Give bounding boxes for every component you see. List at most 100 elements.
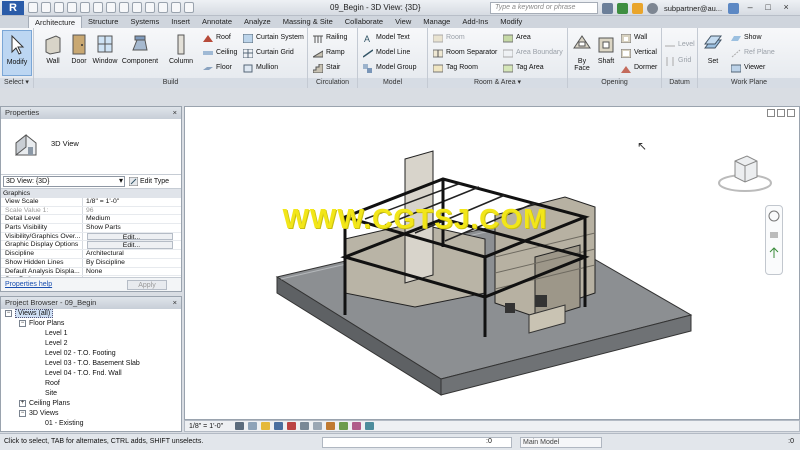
prop-value[interactable]: Medium	[83, 215, 181, 223]
thin-lines-icon[interactable]	[171, 2, 181, 13]
tag-area-button[interactable]: Tag Area	[502, 61, 544, 75]
subscription-icon[interactable]	[617, 2, 628, 14]
username[interactable]: subpartner@au...	[664, 4, 722, 13]
lock-3d-view-icon[interactable]	[326, 422, 336, 430]
properties-title-bar[interactable]: Properties ×	[1, 107, 181, 119]
ramp-button[interactable]: Ramp	[312, 46, 345, 60]
save-icon[interactable]	[41, 2, 51, 13]
area-boundary-button[interactable]: Area Boundary	[502, 46, 563, 60]
tab-architecture[interactable]: Architecture	[28, 16, 83, 28]
selection-filter-count[interactable]: :0	[788, 438, 794, 445]
prop-row-detail-level[interactable]: Detail Level Medium	[1, 215, 181, 225]
tree-node-level-04[interactable]: Level 04 - T.O. Fnd. Wall	[1, 369, 181, 379]
select-panel-label[interactable]: Select ▾	[0, 78, 33, 88]
mullion-button[interactable]: Mullion	[242, 61, 278, 75]
browser-close-button[interactable]: ×	[173, 297, 177, 309]
by-face-button[interactable]: By Face	[570, 30, 594, 76]
tab-analyze[interactable]: Analyze	[238, 16, 277, 28]
prop-row-graphic-display[interactable]: Graphic Display Options Edit...	[1, 241, 181, 251]
visibility-graphics-edit-button[interactable]: Edit...	[87, 232, 173, 241]
tree-node-site[interactable]: Site	[1, 389, 181, 399]
model-line-button[interactable]: Model Line	[362, 46, 410, 60]
wall-opening-button[interactable]: Wall	[620, 31, 647, 45]
prop-value[interactable]: 1/8" = 1'-0"	[83, 198, 181, 206]
edit-type-button[interactable]: Edit Type	[129, 177, 169, 186]
building-model-3d[interactable]	[185, 107, 799, 419]
text-icon[interactable]	[132, 2, 142, 13]
shaft-button[interactable]: Shaft	[594, 30, 618, 76]
show-crop-region-icon[interactable]	[313, 422, 323, 430]
window-button[interactable]: Window	[90, 30, 120, 76]
close-button[interactable]: ×	[779, 2, 793, 14]
design-option-select[interactable]: Main Model	[520, 437, 602, 448]
workset-control[interactable]	[322, 437, 512, 448]
measure-icon[interactable]	[93, 2, 103, 13]
section-icon[interactable]	[158, 2, 168, 13]
collapse-icon[interactable]: −	[19, 409, 26, 417]
3d-viewport[interactable]: WWW.CGTSJ.COM ↖	[184, 106, 800, 420]
app-logo-icon[interactable]: R	[2, 1, 24, 15]
tab-annotate[interactable]: Annotate	[196, 16, 238, 28]
prop-row-visibility-graphics[interactable]: Visibility/Graphics Over... Edit...	[1, 232, 181, 242]
sun-path-icon[interactable]	[261, 422, 271, 430]
tree-node-floor-plans[interactable]: − Floor Plans	[1, 319, 181, 329]
expand-icon[interactable]: +	[19, 399, 26, 407]
modify-button[interactable]: Modify	[2, 30, 32, 76]
tab-add-ins[interactable]: Add-Ins	[456, 16, 494, 28]
level-button[interactable]: Level	[664, 38, 695, 52]
tab-modify[interactable]: Modify	[494, 16, 528, 28]
railing-button[interactable]: Railing	[312, 31, 347, 45]
open-icon[interactable]	[28, 2, 38, 13]
stair-button[interactable]: Stair	[312, 61, 340, 75]
prop-row-discipline[interactable]: Discipline Architectural	[1, 250, 181, 259]
print-icon[interactable]	[80, 2, 90, 13]
column-button[interactable]: Column	[166, 30, 196, 76]
room-separator-button[interactable]: Room Separator	[432, 46, 497, 60]
viewcube-icon[interactable]	[715, 147, 775, 195]
prop-row-default-analysis[interactable]: Default Analysis Displa... None	[1, 267, 181, 277]
tag-room-button[interactable]: Tag Room	[432, 61, 478, 75]
crop-view-icon[interactable]	[300, 422, 310, 430]
close-hidden-windows-icon[interactable]	[184, 2, 194, 13]
tab-massing-site[interactable]: Massing & Site	[277, 16, 339, 28]
roof-button[interactable]: Roof	[202, 31, 231, 45]
prop-value[interactable]: Architectural	[83, 250, 181, 258]
visual-style-icon[interactable]	[248, 422, 258, 430]
tab-collaborate[interactable]: Collaborate	[339, 16, 389, 28]
tab-view[interactable]: View	[389, 16, 417, 28]
vertical-opening-button[interactable]: Vertical	[620, 46, 657, 60]
aligned-dimension-icon[interactable]	[106, 2, 116, 13]
tab-manage[interactable]: Manage	[417, 16, 456, 28]
area-button[interactable]: Area	[502, 31, 531, 45]
model-text-button[interactable]: A Model Text	[362, 31, 410, 45]
properties-help-link[interactable]: Properties help	[5, 281, 52, 288]
tree-node-level-03[interactable]: Level 03 - T.O. Basement Slab	[1, 359, 181, 369]
default-3d-view-icon[interactable]	[145, 2, 155, 13]
prop-row-parts-visibility[interactable]: Parts Visibility Show Parts	[1, 224, 181, 233]
apply-button[interactable]: Apply	[127, 280, 167, 290]
component-button[interactable]: Component	[120, 30, 160, 76]
prop-row-show-hidden-lines[interactable]: Show Hidden Lines By Discipline	[1, 258, 181, 268]
ref-plane-button[interactable]: Ref Plane	[730, 46, 775, 60]
collapse-icon[interactable]: −	[19, 319, 26, 327]
dormer-button[interactable]: Dormer	[620, 61, 657, 75]
prop-row-view-scale[interactable]: View Scale 1/8" = 1'-0"	[1, 198, 181, 207]
grid-button[interactable]: Grid	[664, 54, 691, 68]
tab-systems[interactable]: Systems	[124, 16, 165, 28]
tree-node-level-02[interactable]: Level 02 - T.O. Footing	[1, 349, 181, 359]
tree-node-level-2[interactable]: Level 2	[1, 339, 181, 349]
properties-close-button[interactable]: ×	[173, 107, 177, 119]
help-icon[interactable]	[728, 2, 740, 14]
graphic-display-edit-button[interactable]: Edit...	[87, 241, 173, 250]
redo-icon[interactable]	[67, 2, 77, 13]
room-button[interactable]: Room	[432, 31, 465, 45]
detail-level-icon[interactable]	[235, 422, 245, 430]
search-input[interactable]: Type a keyword or phrase	[490, 2, 598, 14]
tree-node-ceiling-plans[interactable]: + Ceiling Plans	[1, 399, 181, 409]
view-scale-selector[interactable]: 1/8" = 1'-0"	[189, 423, 223, 430]
maximize-button[interactable]: □	[761, 2, 775, 14]
model-group-button[interactable]: Model Group	[362, 61, 416, 75]
binoculars-icon[interactable]	[602, 2, 613, 14]
shadows-icon[interactable]	[274, 422, 284, 430]
tree-node-3d-views[interactable]: −3D Views	[1, 409, 181, 419]
